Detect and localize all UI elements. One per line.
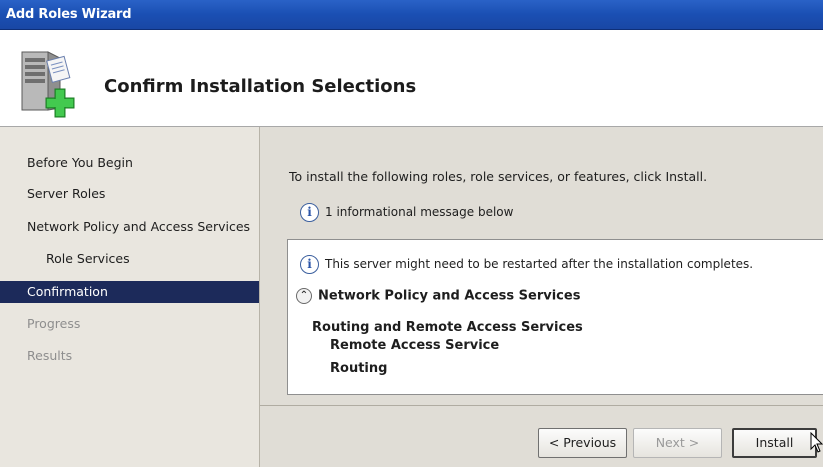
restart-message-text: This server might need to be restarted a… [325, 257, 754, 271]
collapse-icon[interactable]: ⌃ [296, 288, 312, 304]
nav-item-label: Server Roles [27, 186, 106, 201]
section-network-policy[interactable]: ⌃ Network Policy and Access Services [296, 288, 580, 304]
wizard-steps-sidebar: Before You Begin Server Roles Network Po… [0, 127, 260, 467]
window-title: Add Roles Wizard [6, 7, 132, 22]
nav-item-before-you-begin[interactable]: Before You Begin [0, 152, 259, 174]
info-icon: i [300, 203, 319, 222]
nav-item-server-roles[interactable]: Server Roles [0, 183, 259, 205]
nav-item-label: Progress [27, 316, 81, 331]
install-button[interactable]: Install [732, 428, 817, 458]
nav-item-label: Role Services [46, 251, 130, 266]
next-button[interactable]: Next > [633, 428, 722, 458]
restart-warning: i This server might need to be restarted … [300, 255, 753, 274]
nav-item-confirmation[interactable]: Confirmation [0, 281, 259, 303]
server-add-icon [21, 51, 75, 118]
nav-item-label: Before You Begin [27, 155, 133, 170]
page-title: Confirm Installation Selections [104, 76, 417, 97]
title-bar[interactable]: Add Roles Wizard [0, 0, 823, 30]
nav-item-results: Results [0, 345, 259, 367]
nav-item-network-policy[interactable]: Network Policy and Access Services [0, 216, 259, 238]
nav-item-label: Results [27, 348, 73, 363]
role-service-item: Routing [330, 361, 388, 376]
wizard-header: Confirm Installation Selections [0, 30, 823, 127]
previous-button[interactable]: < Previous [538, 428, 627, 458]
footer-divider [260, 405, 823, 406]
info-message-count[interactable]: i 1 informational message below [300, 203, 513, 222]
info-count-text: 1 informational message below [325, 205, 514, 219]
mouse-cursor-icon [810, 432, 823, 453]
nav-item-role-services[interactable]: Role Services [0, 248, 259, 270]
selection-summary-box[interactable]: i This server might need to be restarted … [287, 239, 823, 395]
role-service-item: Remote Access Service [330, 338, 500, 353]
nav-item-label: Confirmation [27, 284, 108, 299]
nav-item-progress: Progress [0, 313, 259, 335]
nav-item-label: Network Policy and Access Services [27, 219, 251, 234]
intro-text: To install the following roles, role ser… [289, 169, 708, 184]
role-title: Routing and Remote Access Services [312, 320, 583, 335]
section-title: Network Policy and Access Services [318, 288, 581, 304]
info-icon: i [300, 255, 319, 274]
